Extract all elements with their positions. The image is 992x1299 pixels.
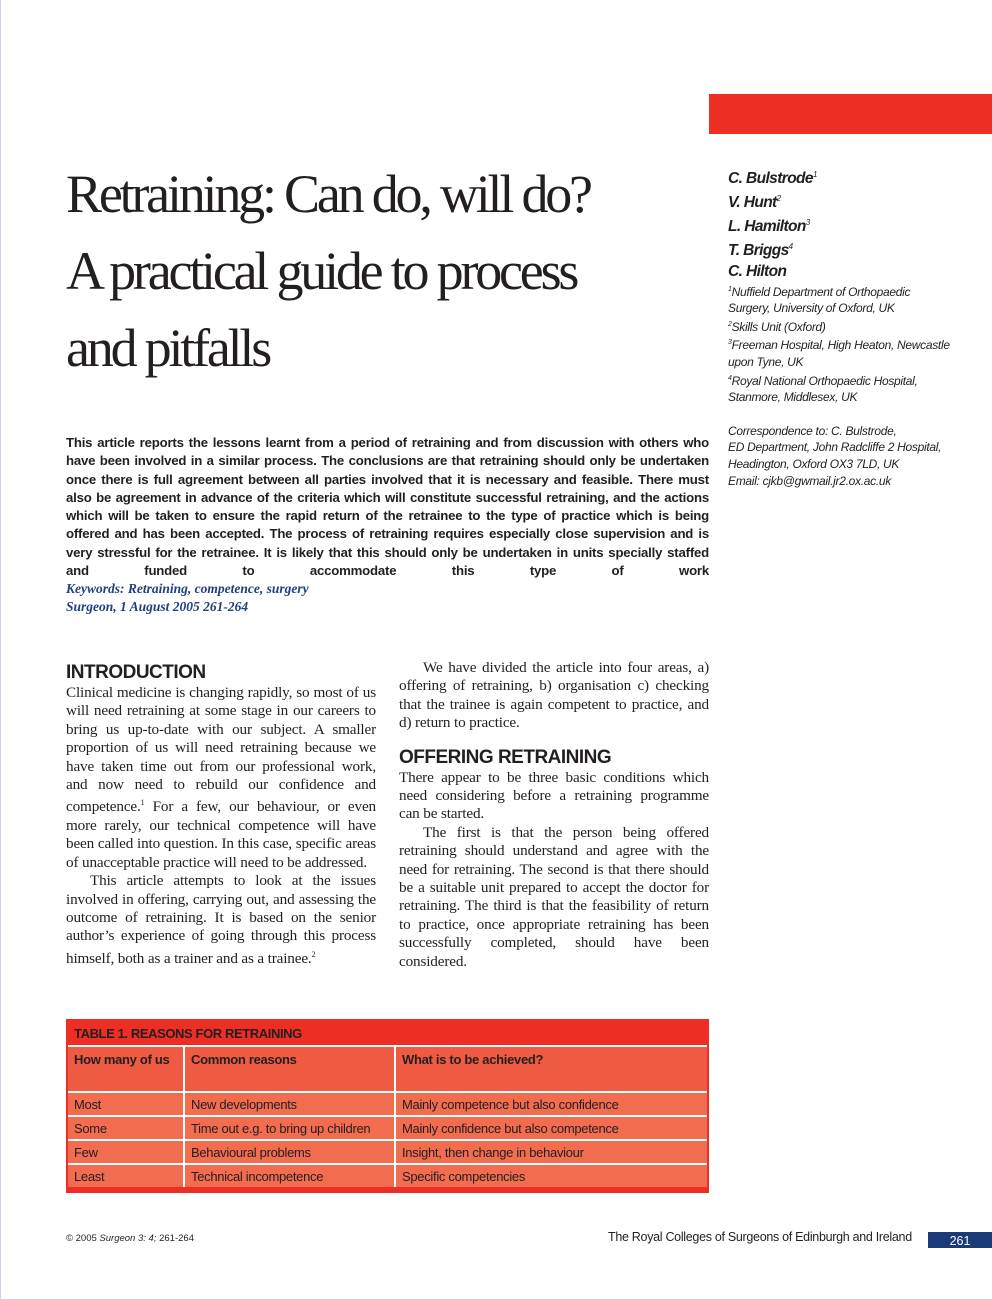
citation: Surgeon, 1 August 2005 261-264 [66,599,249,614]
affiliation-cont: Stanmore, Middlesex, UK [728,390,858,405]
author: T. Briggs4 [728,242,793,260]
intro-paragraph: This article attempts to look at the iss… [66,872,376,967]
table-cell: Few [68,1139,185,1165]
column-header: What is to be achieved? [394,1045,707,1093]
page-edge-rule [0,0,1,1299]
table-cell: Most [68,1091,185,1117]
offering-paragraph: There appear to be three basic condition… [399,768,709,823]
author: C. Hilton [728,262,787,280]
overview-paragraph: We have divided the article into four ar… [399,659,709,732]
column-right: We have divided the article into four ar… [399,659,709,971]
footer-copyright: © 2005 Surgeon 3: 4; 261-264 [66,1233,194,1244]
correspondence-email[interactable]: Email: cjkb@gwmail.jr2.ox.ac.uk [728,473,988,490]
author: C. Bulstrode1 [728,170,817,188]
title-line: and pitfalls [66,318,272,378]
column-header: How many of us [68,1045,185,1093]
abstract-text: This article reports the lessons learnt … [66,435,709,579]
affiliation: 4Royal National Orthopaedic Hospital, [728,373,918,388]
reasons-table: How many of us Common reasons What is to… [68,1045,707,1187]
article-meta: Keywords: Retraining, competence, surger… [66,580,309,616]
table-cell: Behavioural problems [183,1139,396,1165]
author-block: C. Bulstrode1 V. Hunt2 L. Hamilton3 T. B… [728,165,988,489]
title-line: A practical guide to process [66,241,579,301]
table-cell: Some [68,1115,185,1141]
correspondence-line: Headington, Oxford OX3 7LD, UK [728,456,900,471]
correspondence: Correspondence to: C. Bulstrode, ED Depa… [728,423,988,489]
correspondence-line: ED Department, John Radcliffe 2 Hospital… [728,440,942,455]
affiliation: 2Skills Unit (Oxford) [728,319,826,334]
affiliation-cont: Surgery, University of Oxford, UK [728,301,895,316]
abstract: This article reports the lessons learnt … [66,434,709,580]
table-row: Least Technical incompetence Specific co… [68,1163,707,1187]
page-number-badge: 261 [928,1232,992,1248]
affiliations: 1Nuffield Department of Orthopaedic Surg… [728,282,988,406]
section-heading-offering: OFFERING RETRAINING [399,746,612,768]
header-accent-bar [709,94,992,134]
table-header-row: How many of us Common reasons What is to… [68,1045,707,1093]
table-cell: Specific competencies [394,1163,707,1187]
table-cell: New developments [183,1091,396,1117]
citation-ref: 2 [311,949,316,959]
affiliation-cont: upon Tyne, UK [728,355,804,369]
title-line: Retraining: Can do, will do? [66,164,593,224]
offering-paragraph: The first is that the person being offer… [399,823,709,970]
table-cell: Time out e.g. to bring up children [183,1115,396,1141]
article-title: Retraining: Can do, will do? A practical… [66,156,686,387]
table-cell: Mainly confidence but also competence [394,1115,707,1141]
table-cell: Insight, then change in behaviour [394,1139,707,1165]
table-row: Some Time out e.g. to bring up children … [68,1115,707,1141]
author: L. Hamilton3 [728,218,810,236]
table-row: Few Behavioural problems Insight, then c… [68,1139,707,1165]
footer-publisher: The Royal Colleges of Surgeons of Edinbu… [608,1230,912,1244]
intro-paragraph: Clinical medicine is changing rapidly, s… [66,684,376,871]
author: V. Hunt2 [728,194,781,212]
affiliation: 3Freeman Hospital, High Heaton, Newcastl… [728,338,950,353]
table-reasons-for-retraining: TABLE 1. REASONS FOR RETRAINING How many… [66,1019,709,1193]
table-caption: TABLE 1. REASONS FOR RETRAINING [74,1026,302,1041]
section-heading-introduction: INTRODUCTION [66,662,206,683]
table-cell: Mainly competence but also confidence [394,1091,707,1117]
column-left: INTRODUCTION Clinical medicine is changi… [66,662,376,968]
correspondence-line: Correspondence to: C. Bulstrode, [728,423,897,438]
table-cell: Least [68,1163,185,1187]
column-header: Common reasons [183,1045,396,1093]
table-row: Most New developments Mainly competence … [68,1091,707,1117]
keywords: Keywords: Retraining, competence, surger… [66,581,309,596]
affiliation: 1Nuffield Department of Orthopaedic [728,284,911,299]
table-cell: Technical incompetence [183,1163,396,1187]
